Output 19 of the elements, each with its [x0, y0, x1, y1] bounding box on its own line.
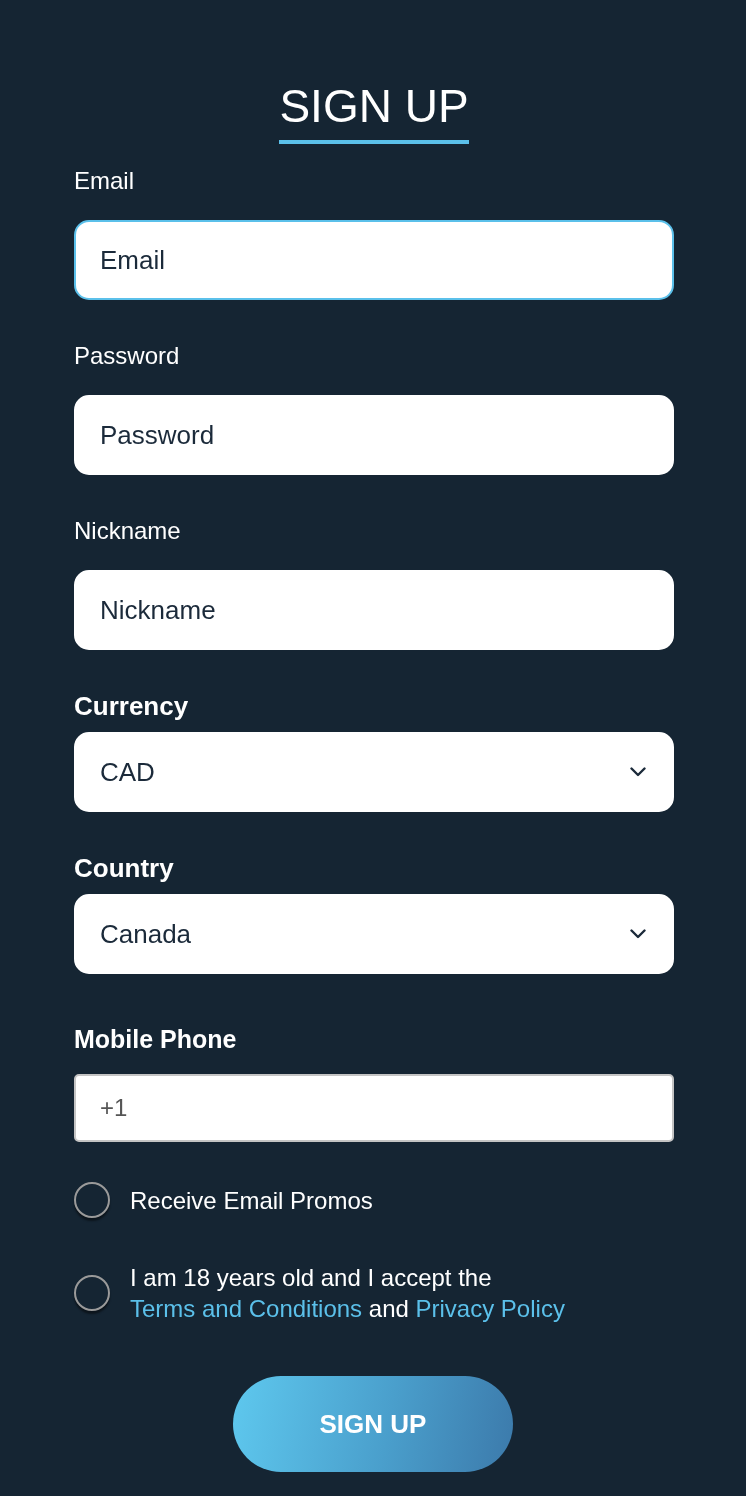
text-link[interactable]: Terms and Conditions	[130, 1295, 363, 1322]
dropdown-field[interactable]: Canada	[74, 894, 674, 974]
dropdown-field[interactable]: CAD	[74, 732, 674, 812]
field-label: Email	[74, 166, 134, 196]
field-label: Currency	[74, 691, 189, 721]
checkbox[interactable]	[74, 1182, 110, 1218]
field-label: Mobile Phone	[74, 1024, 237, 1054]
checkbox[interactable]	[74, 1275, 110, 1311]
field-label: Password	[74, 341, 180, 371]
chevron-down-icon	[630, 929, 646, 939]
option-label: I am 18 years old and I accept the Terms and Conditions and Privacy Policy	[130, 1263, 566, 1324]
phone-input-field[interactable]: +1	[74, 1074, 674, 1142]
input-field[interactable]: Email	[74, 220, 674, 300]
chevron-down-icon	[630, 767, 646, 777]
option-label: Receive Email Promos	[130, 1185, 373, 1216]
field-label: Nickname	[74, 516, 181, 546]
text-link[interactable]: Privacy Policy	[415, 1295, 565, 1322]
page-title: SIGN UP	[279, 80, 469, 144]
field-label: Country	[74, 853, 174, 883]
